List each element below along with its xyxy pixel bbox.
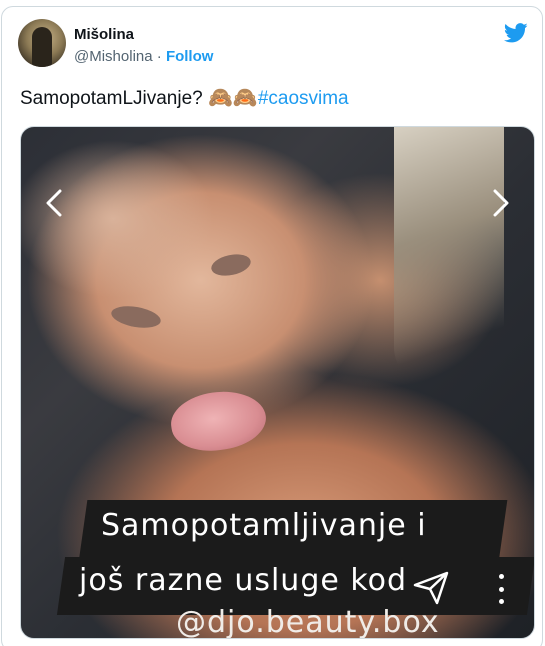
photo-eye-right [209,251,253,279]
more-options-button[interactable] [496,574,506,604]
separator-dot: · [156,48,162,65]
caption-line-2: još razne usluge kod [79,563,408,598]
media-carousel[interactable]: Samopotamljivanje i još razne usluge kod… [20,126,535,639]
author-handle[interactable]: @Misholina [74,48,153,65]
tweet-body: SamopotamLJivanje? [20,88,203,109]
author-subline: @Misholina · Follow [74,48,213,65]
more-dot [498,586,504,592]
author-name[interactable]: Mišolina [74,26,134,43]
hashtag-link[interactable]: #caosvima [258,88,349,109]
monkey-emoji: 🙈🙈 [208,87,258,109]
photo-lips [167,385,270,457]
follow-link[interactable]: Follow [166,48,214,65]
chevron-right-icon [493,189,509,217]
tweet-header: Mišolina @Misholina · Follow [18,19,530,69]
photo-eye-left [109,302,163,332]
caption-line-1: Samopotamljivanje i [101,508,427,543]
avatar[interactable] [18,19,66,67]
more-dot [498,574,504,579]
photo-hair [394,127,504,387]
twitter-bird-icon[interactable] [504,23,528,43]
tweet-card: Mišolina @Misholina · Follow SamopotamLJ… [1,6,543,646]
chevron-left-icon [46,189,62,217]
more-dot [498,599,504,604]
carousel-next-button[interactable] [476,181,526,225]
tweet-text: SamopotamLJivanje? 🙈🙈#caosvima [20,85,349,110]
avatar-figure [32,27,52,67]
paper-plane-icon [413,571,449,605]
carousel-prev-button[interactable] [29,181,79,225]
caption-line-3: @djo.beauty.box [176,605,440,639]
